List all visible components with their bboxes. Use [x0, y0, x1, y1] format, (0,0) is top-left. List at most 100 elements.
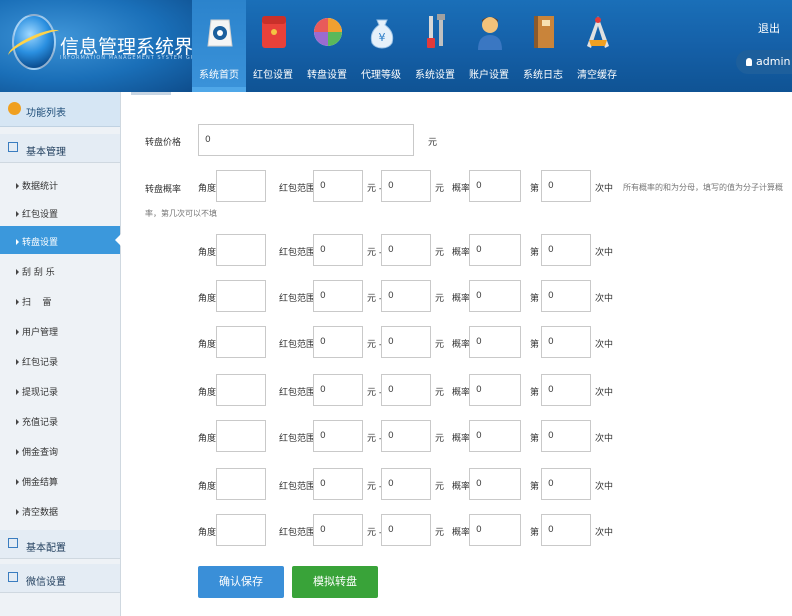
- nav-redpacket[interactable]: 红包设置: [246, 0, 300, 92]
- nth-label: 第: [530, 184, 540, 194]
- angle-label: 角度: [198, 388, 217, 398]
- angle-label: 角度: [198, 482, 217, 492]
- logout-link[interactable]: 退出: [758, 20, 780, 36]
- range-min-input[interactable]: 0: [313, 468, 363, 500]
- range-max-input[interactable]: 0: [381, 468, 431, 500]
- nth-input[interactable]: 0: [541, 234, 591, 266]
- nav-label: 系统日志: [523, 70, 563, 81]
- wheel-icon: [314, 18, 342, 46]
- group-label: 微信设置: [26, 577, 66, 588]
- logo: 信息管理系统界面 INFORMATION MANAGEMENT SYSTEM G…: [0, 0, 212, 92]
- rate-label: 概率: [452, 434, 471, 444]
- user-badge[interactable]: admin: [736, 50, 792, 74]
- rate-input[interactable]: 0: [469, 420, 521, 452]
- range-min-input[interactable]: 0: [313, 514, 363, 546]
- range-max-input[interactable]: 0: [381, 326, 431, 358]
- range-min-input[interactable]: 0: [313, 234, 363, 266]
- nth-input[interactable]: 0: [541, 170, 591, 202]
- nth-input[interactable]: 0: [541, 280, 591, 312]
- range-max-input[interactable]: 0: [381, 170, 431, 202]
- range-min-input[interactable]: 0: [313, 326, 363, 358]
- yuan-dash-label: 元 -: [367, 388, 383, 398]
- sidebar-item-recharge-records[interactable]: 充值记录: [0, 406, 120, 434]
- range-min-input[interactable]: 0: [313, 374, 363, 406]
- range-min-input[interactable]: 0: [313, 280, 363, 312]
- yuan-dash-label: 元 -: [367, 528, 383, 538]
- group-label: 基本配置: [26, 543, 66, 554]
- group-basic-config[interactable]: 基本配置: [0, 530, 120, 559]
- nth-input[interactable]: 0: [541, 468, 591, 500]
- angle-input[interactable]: [216, 170, 266, 202]
- nth-input[interactable]: 0: [541, 374, 591, 406]
- sidebar-item-wheel[interactable]: 转盘设置: [0, 226, 121, 254]
- rate-input[interactable]: 0: [469, 234, 521, 266]
- sidebar-item-scratch[interactable]: 刮 刮 乐: [0, 256, 120, 284]
- nav-system-log[interactable]: 系统日志: [516, 0, 570, 92]
- simulate-wheel-button[interactable]: 模拟转盘: [292, 566, 378, 598]
- folder-icon: [8, 142, 18, 152]
- sidebar-item-redpacket[interactable]: 红包设置: [0, 198, 120, 226]
- yuan-label: 元: [435, 482, 445, 492]
- times-label: 次中: [595, 528, 614, 538]
- nth-label: 第: [530, 434, 540, 444]
- price-input[interactable]: 0: [198, 124, 414, 156]
- range-max-input[interactable]: 0: [381, 280, 431, 312]
- nav-account-settings[interactable]: 账户设置: [462, 0, 516, 92]
- nav-wheel[interactable]: 转盘设置: [300, 0, 354, 92]
- range-max-input[interactable]: 0: [381, 374, 431, 406]
- angle-input[interactable]: [216, 280, 266, 312]
- nth-input[interactable]: 0: [541, 326, 591, 358]
- nav-label: 清空缓存: [577, 70, 617, 81]
- yuan-label: 元: [435, 434, 445, 444]
- sidebar-item-minesweeper[interactable]: 扫 雷: [0, 286, 120, 314]
- sidebar-item-commission-settle[interactable]: 佣金结算: [0, 466, 120, 494]
- sidebar-item-user-management[interactable]: 用户管理: [0, 316, 120, 344]
- range-max-input[interactable]: 0: [381, 420, 431, 452]
- nav-home[interactable]: 系统首页: [192, 0, 246, 92]
- angle-input[interactable]: [216, 326, 266, 358]
- sidebar-item-withdraw-records[interactable]: 提现记录: [0, 376, 120, 404]
- range-max-input[interactable]: 0: [381, 514, 431, 546]
- group-basic-management[interactable]: 基本管理: [0, 134, 120, 163]
- sidebar-item-data-stats[interactable]: 数据统计: [0, 170, 120, 198]
- times-label: 次中: [595, 184, 614, 194]
- rate-input[interactable]: 0: [469, 326, 521, 358]
- rate-input[interactable]: 0: [469, 170, 521, 202]
- nth-label: 第: [530, 294, 540, 304]
- rate-input[interactable]: 0: [469, 280, 521, 312]
- nth-input[interactable]: 0: [541, 514, 591, 546]
- range-max-input[interactable]: 0: [381, 234, 431, 266]
- sidebar-item-label: 红包设置: [22, 210, 59, 220]
- angle-input[interactable]: [216, 514, 266, 546]
- nav-clear-cache[interactable]: 清空缓存: [570, 0, 624, 92]
- group-wechat-settings[interactable]: 微信设置: [0, 564, 120, 593]
- redpacket-icon: [262, 16, 286, 48]
- yuan-label: 元: [435, 340, 445, 350]
- angle-input[interactable]: [216, 420, 266, 452]
- angle-input[interactable]: [216, 374, 266, 406]
- sidebar-item-clear-data[interactable]: 清空数据: [0, 496, 120, 524]
- home-icon: [207, 19, 233, 47]
- rate-input[interactable]: 0: [469, 468, 521, 500]
- sidebar: 功能列表 基本管理 数据统计 红包设置 转盘设置 刮 刮 乐 扫 雷 用户管理 …: [0, 92, 121, 616]
- angle-input[interactable]: [216, 468, 266, 500]
- range-min-input[interactable]: 0: [313, 420, 363, 452]
- nav-agent-level[interactable]: ¥ 代理等级: [354, 0, 408, 92]
- rate-input[interactable]: 0: [469, 514, 521, 546]
- sidebar-item-label: 充值记录: [22, 418, 59, 428]
- nth-label: 第: [530, 340, 540, 350]
- arrow-right-icon: [16, 509, 19, 515]
- user-icon: [478, 17, 502, 50]
- content-tab-indicator: [131, 92, 171, 95]
- range-min-input[interactable]: 0: [313, 170, 363, 202]
- sidebar-item-redpacket-records[interactable]: 红包记录: [0, 346, 120, 374]
- sidebar-item-label: 清空数据: [22, 508, 59, 518]
- angle-input[interactable]: [216, 234, 266, 266]
- range-label: 红包范围: [279, 482, 316, 492]
- nav-system-settings[interactable]: 系统设置: [408, 0, 462, 92]
- nav-label: 系统设置: [415, 70, 455, 81]
- rate-input[interactable]: 0: [469, 374, 521, 406]
- sidebar-item-commission-query[interactable]: 佣金查询: [0, 436, 120, 464]
- nth-input[interactable]: 0: [541, 420, 591, 452]
- save-button[interactable]: 确认保存: [198, 566, 284, 598]
